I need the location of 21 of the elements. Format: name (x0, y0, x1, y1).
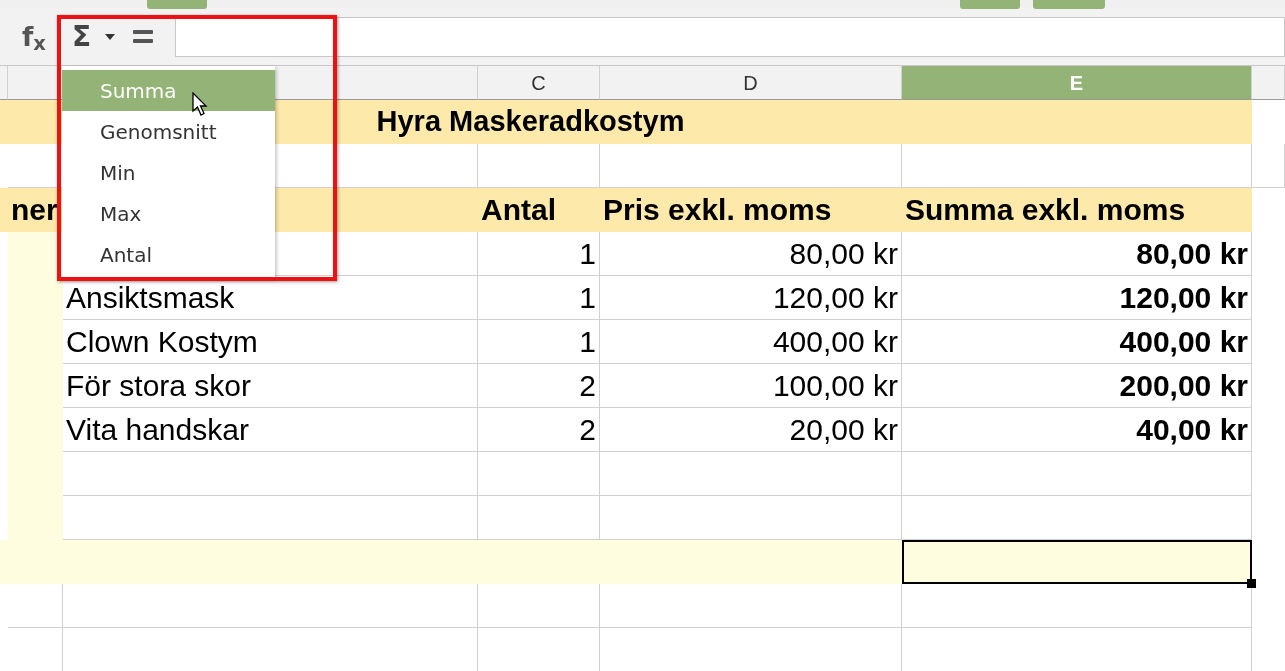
table-cell: 120,00 kr (600, 276, 902, 320)
table-cell: 120,00 kr (902, 276, 1252, 320)
column-heading: Antal (478, 188, 600, 232)
table-cell: Vita handskar (63, 408, 478, 452)
column-heading: Pris exkl. moms (600, 188, 902, 232)
table-cell: 20,00 kr (600, 408, 902, 452)
column-heading: Summa exkl. moms (902, 188, 1252, 232)
table-cell: 100,00 kr (600, 364, 902, 408)
table-cell: För stora skor (63, 364, 478, 408)
table-cell: 1 (478, 276, 600, 320)
table-cell: 1 (478, 320, 600, 364)
table-cell: 80,00 kr (902, 232, 1252, 276)
table-cell: 400,00 kr (902, 320, 1252, 364)
table-cell: 40,00 kr (902, 408, 1252, 452)
table-cell: 400,00 kr (600, 320, 902, 364)
table-cell: 2 (478, 364, 600, 408)
table-cell: 200,00 kr (902, 364, 1252, 408)
table-cell: 80,00 kr (600, 232, 902, 276)
table-cell: 2 (478, 408, 600, 452)
table-cell: Clown Kostym (63, 320, 478, 364)
table-cell: 1 (478, 232, 600, 276)
